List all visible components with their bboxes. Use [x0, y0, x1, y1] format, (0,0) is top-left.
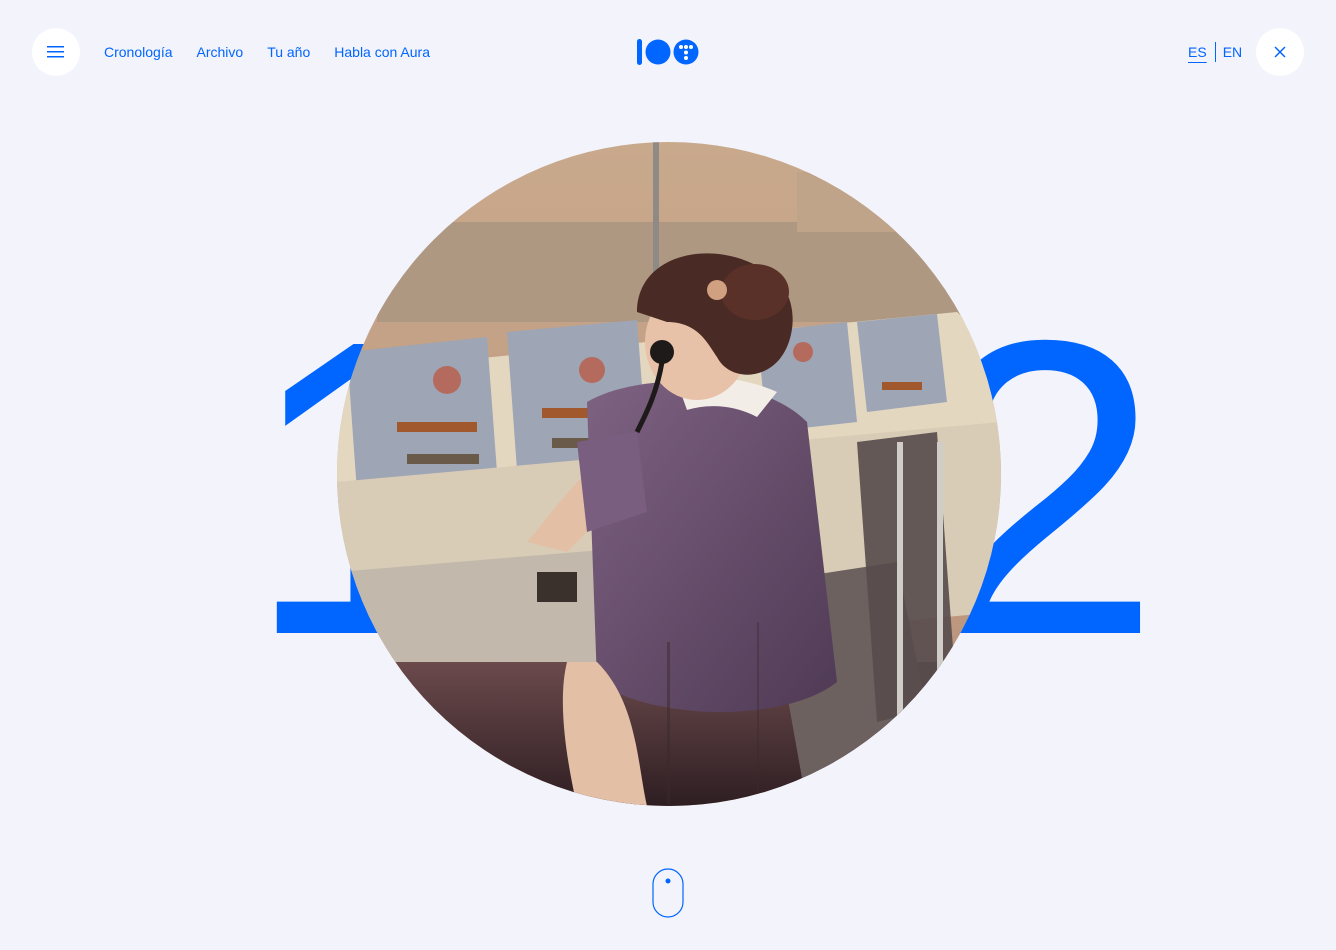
hamburger-icon [47, 46, 64, 58]
centenary-logo[interactable] [636, 38, 700, 66]
close-button[interactable] [1256, 28, 1304, 76]
page: 1972 [0, 0, 1336, 950]
close-icon [1274, 46, 1286, 58]
nav-link-habla-con-aura[interactable]: Habla con Aura [334, 42, 430, 62]
nav-link-tu-ano[interactable]: Tu año [267, 42, 310, 62]
mouse-scroll-icon[interactable] [652, 868, 684, 918]
lang-en-link[interactable]: EN [1223, 42, 1242, 62]
main-nav: Cronología Archivo Tu año Habla con Aura [104, 42, 430, 62]
nav-link-archivo[interactable]: Archivo [197, 42, 244, 62]
hero-photo [337, 142, 1001, 806]
menu-button[interactable] [32, 28, 80, 76]
nav-link-cronologia[interactable]: Cronología [104, 42, 173, 62]
lang-divider [1214, 42, 1216, 62]
lang-es-link[interactable]: ES [1188, 42, 1207, 62]
language-switcher: ES EN [1188, 42, 1242, 62]
